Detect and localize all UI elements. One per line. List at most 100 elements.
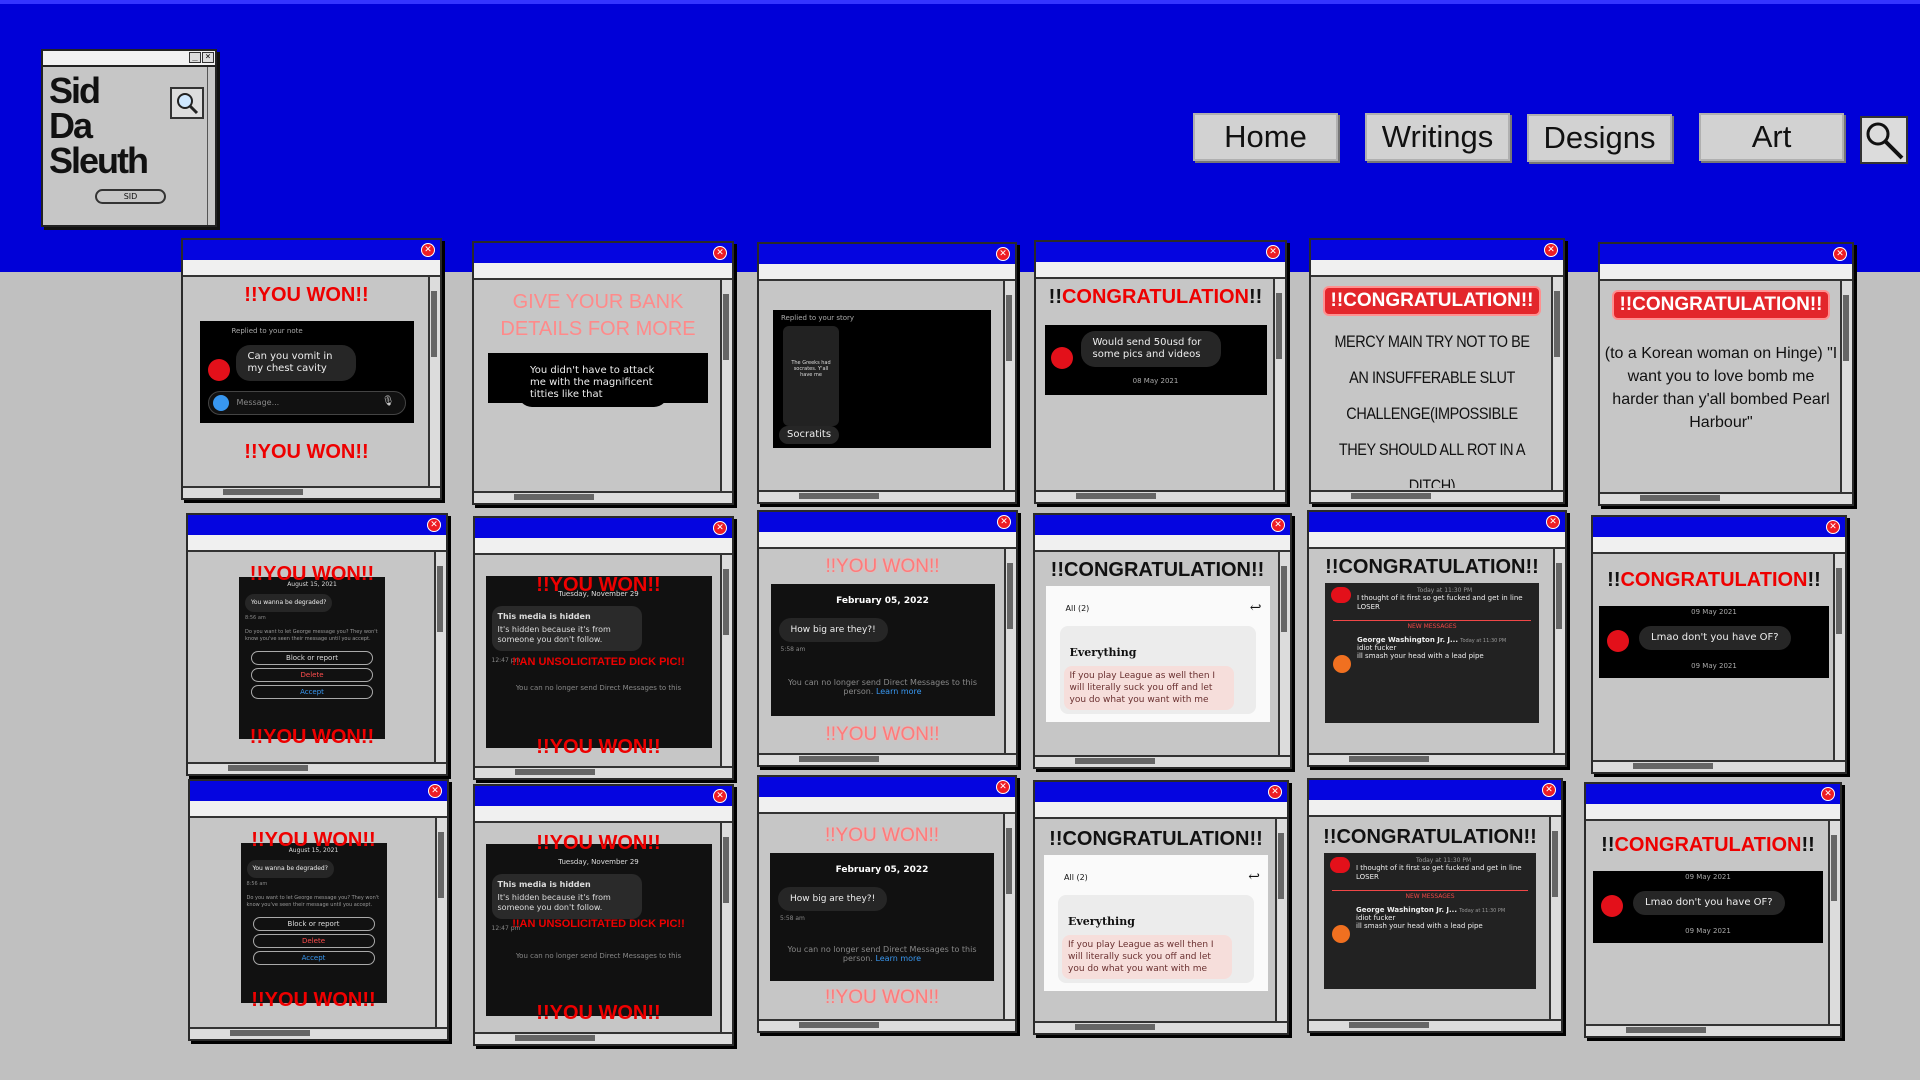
menu-bar <box>1586 804 1840 821</box>
close-icon[interactable]: ✕ <box>427 518 441 532</box>
tab-all[interactable]: All (2) <box>1066 604 1090 613</box>
vertical-scrollbar[interactable] <box>1549 817 1561 1019</box>
close-icon[interactable]: ✕ <box>713 246 727 260</box>
horizontal-scrollbar[interactable] <box>1309 1019 1561 1031</box>
horizontal-scrollbar[interactable] <box>759 753 1016 765</box>
learn-more-link[interactable]: Learn more <box>875 954 921 963</box>
vertical-scrollbar[interactable] <box>1273 279 1285 490</box>
nav-writings[interactable]: Writings <box>1365 113 1510 161</box>
search-icon[interactable] <box>1860 116 1908 164</box>
horizontal-scrollbar[interactable] <box>1586 1024 1840 1036</box>
close-icon[interactable]: ✕ <box>1271 518 1285 532</box>
nav-designs[interactable]: Designs <box>1527 114 1672 162</box>
tab-all[interactable]: All (2) <box>1064 873 1088 882</box>
popup-window[interactable]: ✕ Replied to your story The Greeks had s… <box>757 242 1017 504</box>
popup-window[interactable]: ✕ !!YOU WON!! Replied to your note Can y… <box>181 238 442 500</box>
vertical-scrollbar[interactable] <box>720 555 732 766</box>
horizontal-scrollbar[interactable] <box>475 766 732 778</box>
horizontal-scrollbar[interactable] <box>1309 753 1565 765</box>
vertical-scrollbar[interactable] <box>428 277 440 486</box>
vertical-scrollbar[interactable] <box>1004 549 1016 753</box>
close-icon[interactable]: ✕ <box>1544 243 1558 257</box>
minimize-icon[interactable]: _ <box>189 52 201 63</box>
horizontal-scrollbar[interactable] <box>1593 760 1845 772</box>
vertical-scrollbar[interactable] <box>1003 281 1015 490</box>
block-report-button[interactable]: Block or report <box>252 917 375 931</box>
popup-window[interactable]: ✕ Tuesday, November 29 This media is hid… <box>473 784 734 1046</box>
reply-icon[interactable]: ↩ <box>1250 600 1262 616</box>
close-icon[interactable]: ✕ <box>996 780 1010 794</box>
close-icon[interactable]: ✕ <box>1268 785 1282 799</box>
horizontal-scrollbar[interactable] <box>474 491 732 503</box>
camera-icon[interactable] <box>212 395 229 411</box>
popup-window[interactable]: ✕ !!CONGRATULATION!! 09 May 2021 Lmao do… <box>1591 515 1847 774</box>
vertical-scrollbar[interactable] <box>720 823 732 1032</box>
nav-art[interactable]: Art <box>1699 113 1844 161</box>
accept-button[interactable]: Accept <box>251 685 373 699</box>
horizontal-scrollbar[interactable] <box>759 490 1015 502</box>
popup-window[interactable]: ✕ !!CONGRATULATION!! MERCY MAIN TRY NOT … <box>1309 238 1565 504</box>
close-icon[interactable]: ✕ <box>713 521 727 535</box>
horizontal-scrollbar[interactable] <box>183 486 440 498</box>
vertical-scrollbar[interactable] <box>1275 819 1287 1021</box>
popup-window[interactable]: ✕ !!CONGRATULATION!! 09 May 2021 Lmao do… <box>1584 782 1842 1038</box>
close-icon[interactable]: ✕ <box>1266 245 1280 259</box>
block-report-button[interactable]: Block or report <box>251 651 373 665</box>
delete-button[interactable]: Delete <box>252 934 375 948</box>
popup-window[interactable]: ✕ !!YOU WON!! February 05, 2022 How big … <box>757 510 1018 767</box>
horizontal-scrollbar[interactable] <box>190 1027 447 1039</box>
delete-button[interactable]: Delete <box>251 668 373 682</box>
vertical-scrollbar[interactable] <box>1840 281 1852 492</box>
vertical-scrollbar[interactable] <box>1551 277 1563 490</box>
window-heading: !!YOU WON!! <box>536 832 661 854</box>
close-icon[interactable]: ✕ <box>428 784 442 798</box>
message-input[interactable]: Message... <box>237 398 280 407</box>
close-icon[interactable]: ✕ <box>1826 520 1840 534</box>
vertical-scrollbar[interactable] <box>435 818 447 1027</box>
popup-window[interactable]: ✕ !!CONGRATULATION!! All (2) ↩ Everythin… <box>1033 780 1289 1035</box>
popup-window[interactable]: ✕ Tuesday, November 29 This media is hid… <box>473 516 734 780</box>
vertical-scrollbar[interactable] <box>1828 821 1840 1024</box>
learn-more-link[interactable]: Learn more <box>876 687 922 696</box>
mic-icon[interactable]: 🎙 <box>382 396 395 407</box>
horizontal-scrollbar[interactable] <box>188 762 446 774</box>
popup-window[interactable]: ✕ !!CONGRATULATION!! Today at 11:30 PM I… <box>1307 778 1563 1033</box>
horizontal-scrollbar[interactable] <box>759 1019 1015 1031</box>
close-icon[interactable]: ✕ <box>1821 787 1835 801</box>
vertical-scrollbar[interactable] <box>1833 554 1845 760</box>
close-icon[interactable]: ✕ <box>713 789 727 803</box>
popup-window[interactable]: ✕ !!CONGRATULATION!! Today at 11:30 PM I… <box>1307 510 1567 767</box>
popup-window[interactable]: ✕ !!CONGRATULATION!! Would send 50usd fo… <box>1034 240 1287 504</box>
scrollbar[interactable] <box>207 67 215 225</box>
popup-window[interactable]: ✕ !!CONGRATULATION!! (to a Korean woman … <box>1598 242 1854 506</box>
close-icon[interactable]: ✕ <box>1546 515 1560 529</box>
accept-button[interactable]: Accept <box>252 951 375 965</box>
search-icon[interactable] <box>170 87 204 119</box>
vertical-scrollbar[interactable] <box>434 552 446 762</box>
vertical-scrollbar[interactable] <box>1278 552 1290 755</box>
menu-bar <box>1035 535 1290 552</box>
vertical-scrollbar[interactable] <box>1553 549 1565 753</box>
vertical-scrollbar[interactable] <box>720 280 732 491</box>
horizontal-scrollbar[interactable] <box>1036 490 1285 502</box>
horizontal-scrollbar[interactable] <box>1311 490 1563 502</box>
close-icon[interactable]: ✕ <box>997 515 1011 529</box>
close-icon[interactable]: × <box>202 52 214 63</box>
close-icon[interactable]: ✕ <box>1833 247 1847 261</box>
horizontal-scrollbar[interactable] <box>1035 755 1290 767</box>
horizontal-scrollbar[interactable] <box>1600 492 1852 504</box>
close-icon[interactable]: ✕ <box>421 243 435 257</box>
horizontal-scrollbar[interactable] <box>1035 1021 1287 1033</box>
reply-icon[interactable]: ↩ <box>1248 869 1260 885</box>
popup-window[interactable]: ✕ !!CONGRATULATION!! All (2) ↩ Everythin… <box>1033 513 1292 769</box>
nav-home[interactable]: Home <box>1193 113 1338 161</box>
popup-window[interactable]: ✕ !!YOU WON!! February 05, 2022 How big … <box>757 775 1017 1033</box>
logo-window[interactable]: _ × Sid Da Sleuth SID <box>41 49 217 227</box>
popup-window[interactable]: ✕ GIVE YOUR BANK DETAILS FOR MORE You di… <box>472 241 734 505</box>
popup-window[interactable]: ✕ August 15, 2021 You wanna be degraded?… <box>186 513 448 776</box>
popup-window[interactable]: ✕ August 15, 2021 You wanna be degraded?… <box>188 779 449 1041</box>
horizontal-scrollbar[interactable] <box>475 1032 732 1044</box>
close-icon[interactable]: ✕ <box>1542 783 1556 797</box>
vertical-scrollbar[interactable] <box>1003 814 1015 1019</box>
close-icon[interactable]: ✕ <box>996 247 1010 261</box>
